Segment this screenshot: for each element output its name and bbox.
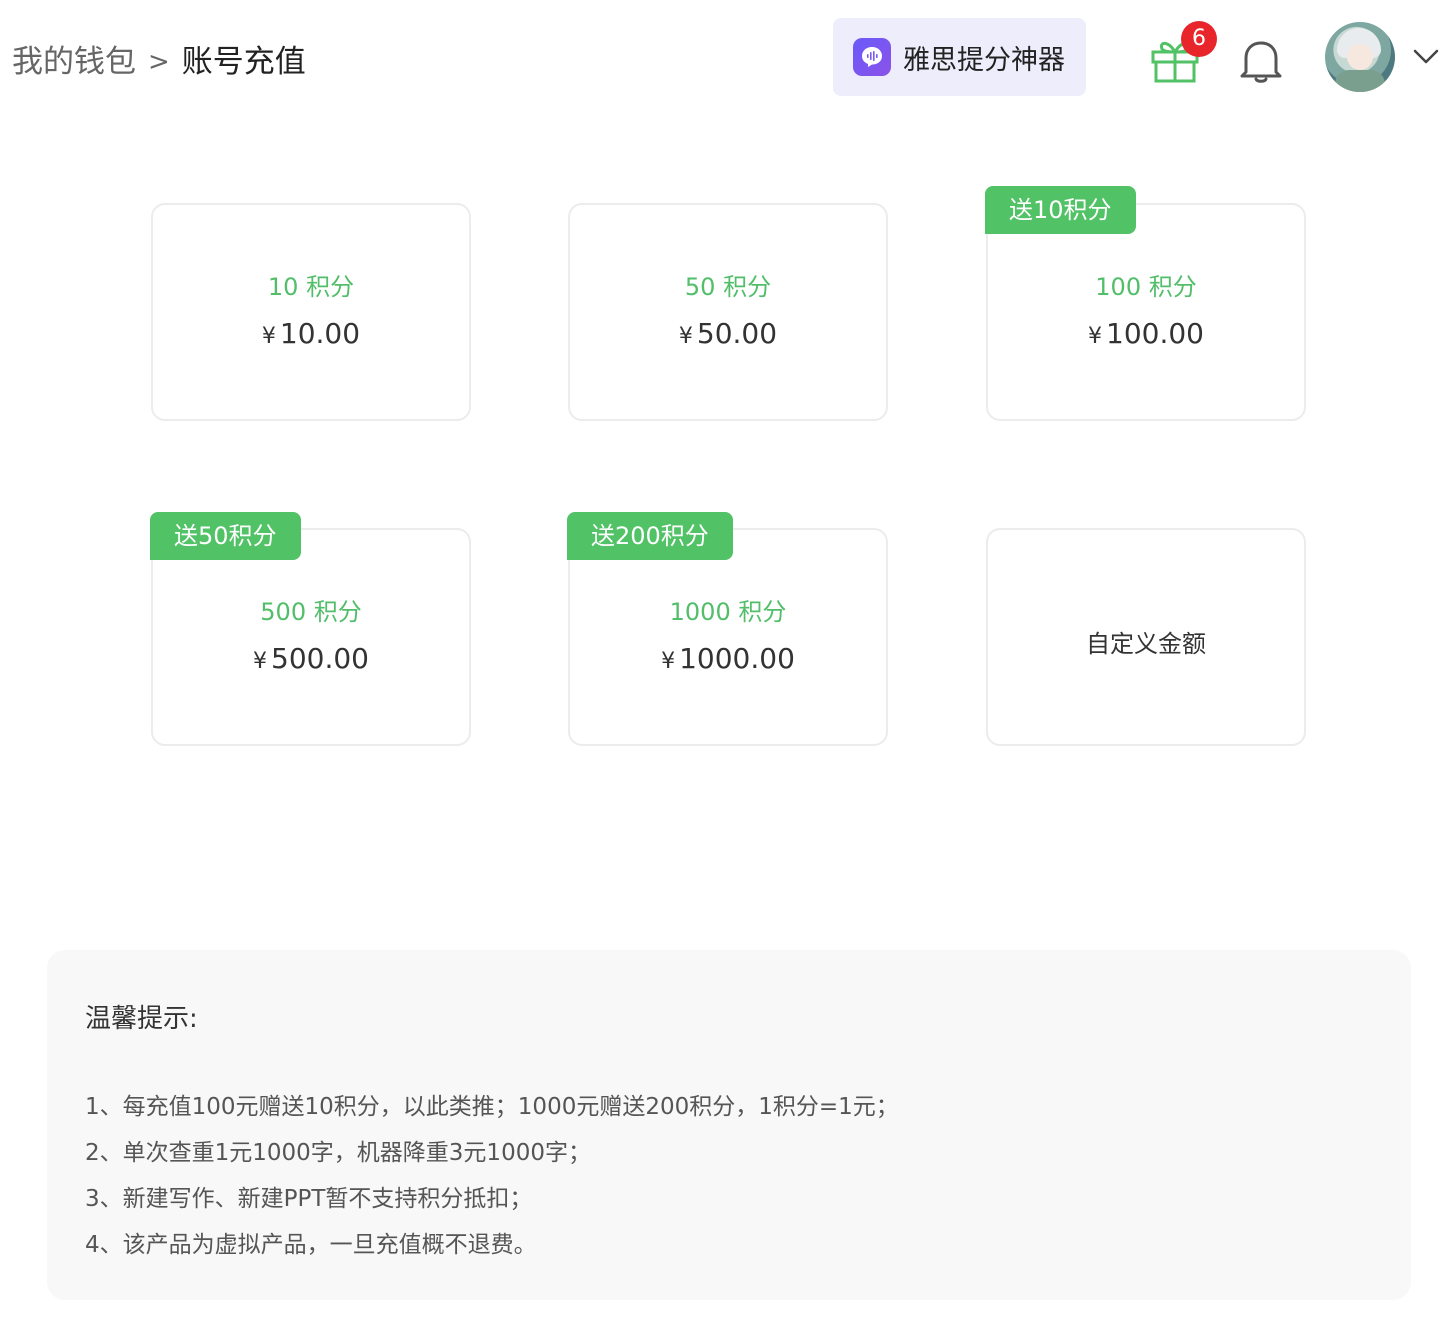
package-card-50[interactable]: 50 积分 ¥50.00 [568, 203, 888, 421]
voice-bubble-icon [853, 38, 891, 76]
package-price: ¥100.00 [1088, 317, 1204, 350]
chevron-down-icon[interactable] [1410, 44, 1442, 68]
package-points: 100 积分 [1095, 273, 1197, 301]
package-points: 50 积分 [684, 273, 772, 301]
breadcrumb-wallet-link[interactable]: 我的钱包 [12, 40, 136, 84]
tips-title: 温馨提示: [85, 1004, 198, 1034]
ielts-promo-button[interactable]: 雅思提分神器 [833, 18, 1086, 96]
bell-icon[interactable] [1238, 36, 1284, 84]
package-points: 1000 积分 [669, 598, 787, 626]
recharge-page: 我的钱包 > 账号充值 雅思提分神器 6 10 积分 ¥ 10.00 50 积分… [0, 0, 1454, 1328]
package-points: 10 积分 [267, 273, 355, 301]
custom-amount-card[interactable]: 自定义金额 [986, 528, 1306, 746]
tips-item: 2、单次查重1元1000字，机器降重3元1000字； [85, 1140, 591, 1166]
tips-list: 1、每充值100元赠送10积分，以此类推；1000元赠送200积分，1积分=1元… [85, 1084, 899, 1268]
package-card-500[interactable]: 500 积分 ¥500.00 [151, 528, 471, 746]
breadcrumb-separator: > [148, 47, 170, 77]
package-price: ¥10.00 [261, 317, 361, 350]
tips-item: 1、每充值100元赠送10积分，以此类推；1000元赠送200积分，1积分=1元… [85, 1094, 899, 1120]
package-points: 500 积分 [260, 598, 362, 626]
bonus-tag: 送50积分 [150, 512, 301, 560]
package-card-100[interactable]: 100 积分 ¥100.00 [986, 203, 1306, 421]
top-header: 我的钱包 > 账号充值 雅思提分神器 6 [0, 0, 1454, 120]
tips-panel: 温馨提示: 1、每充值100元赠送10积分，以此类推；1000元赠送200积分，… [47, 950, 1411, 1300]
breadcrumb: 我的钱包 > 账号充值 [12, 40, 306, 84]
bonus-tag: 送10积分 [985, 186, 1136, 234]
package-card-10[interactable]: 10 积分 ¥10.00 [151, 203, 471, 421]
package-card-1000[interactable]: 1000 积分 ¥1000.00 [568, 528, 888, 746]
custom-amount-label: 自定义金额 [1086, 630, 1206, 658]
package-price: ¥50.00 [678, 317, 778, 350]
package-price: ¥1000.00 [661, 642, 795, 675]
gift-count-badge: 6 [1181, 21, 1217, 57]
breadcrumb-current: 账号充值 [181, 44, 306, 80]
tips-item: 3、新建写作、新建PPT暂不支持积分抵扣； [85, 1186, 533, 1212]
package-price: ¥500.00 [253, 642, 369, 675]
promo-label: 雅思提分神器 [903, 44, 1065, 76]
user-avatar[interactable] [1325, 22, 1395, 92]
bonus-tag: 送200积分 [567, 512, 733, 560]
tips-item: 4、该产品为虚拟产品，一旦充值概不退费。 [85, 1232, 537, 1258]
